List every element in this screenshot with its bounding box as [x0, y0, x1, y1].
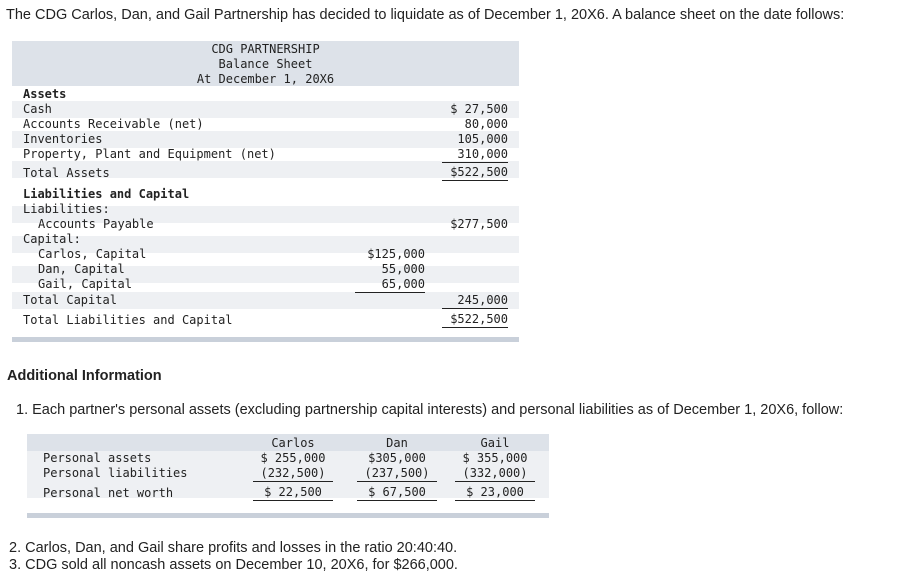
inventories-amount: 105,000	[457, 132, 508, 146]
assets-heading: Assets	[23, 87, 67, 101]
header-dan: Dan	[386, 436, 408, 450]
accounts-payable-amount: $277,500	[450, 217, 508, 231]
carlos-personal-assets: $ 255,000	[260, 451, 326, 465]
balance-sheet: CDG PARTNERSHIP Balance Sheet At Decembe…	[12, 41, 519, 344]
accounts-payable-label: Accounts Payable	[38, 217, 154, 231]
additional-information-heading: Additional Information	[7, 368, 162, 384]
gail-net-worth: $ 23,000	[455, 485, 535, 501]
cash-label: Cash	[23, 102, 52, 116]
dan-net-worth: $ 67,500	[357, 485, 437, 501]
total-capital-label: Total Capital	[23, 293, 117, 307]
liabilities-capital-heading: Liabilities and Capital	[23, 187, 190, 201]
inventories-label: Inventories	[23, 132, 103, 146]
info-item-2: 2. Carlos, Dan, and Gail share profits a…	[9, 540, 458, 556]
gail-capital-amount: 65,000	[355, 277, 425, 293]
bs-title-date: At December 1, 20X6	[196, 72, 335, 86]
personal-assets-label: Personal assets	[43, 451, 152, 465]
gail-personal-assets: $ 355,000	[462, 451, 528, 465]
ppe-amount: 310,000	[442, 147, 508, 163]
accounts-receivable-label: Accounts Receivable (net)	[23, 117, 204, 131]
bs-title-company: CDG PARTNERSHIP	[211, 42, 320, 56]
carlos-capital-label: Carlos, Capital	[38, 247, 147, 261]
total-liabilities-capital-label: Total Liabilities and Capital	[23, 313, 233, 327]
total-liabilities-capital-amount: $522,500	[442, 312, 508, 328]
total-assets-amount: $522,500	[442, 165, 508, 181]
personal-table: Carlos Dan Gail Personal assets $ 255,00…	[27, 434, 549, 520]
carlos-net-worth: $ 22,500	[253, 485, 333, 501]
personal-table-bottom-rule	[27, 513, 549, 518]
ppe-label: Property, Plant and Equipment (net)	[23, 147, 276, 161]
header-gail: Gail	[480, 436, 510, 450]
accounts-receivable-amount: 80,000	[464, 117, 508, 131]
dan-personal-liabilities: (237,500)	[357, 466, 437, 482]
dan-capital-label: Dan, Capital	[38, 262, 125, 276]
capital-heading: Capital:	[23, 232, 81, 246]
dan-capital-amount: 55,000	[381, 262, 425, 276]
balance-sheet-bottom-rule	[12, 337, 519, 342]
carlos-personal-liabilities: (232,500)	[253, 466, 333, 482]
carlos-capital-amount: $125,000	[367, 247, 425, 261]
dan-personal-assets: $305,000	[368, 451, 426, 465]
cash-amount: $ 27,500	[450, 102, 508, 116]
personal-net-worth-label: Personal net worth	[43, 486, 174, 500]
intro-text: The CDG Carlos, Dan, and Gail Partnershi…	[6, 7, 845, 23]
header-carlos: Carlos	[271, 436, 315, 450]
personal-liabilities-label: Personal liabilities	[43, 466, 188, 480]
total-capital-amount: 245,000	[442, 293, 508, 309]
info-item-1: 1. Each partner's personal assets (exclu…	[16, 402, 844, 418]
liabilities-heading: Liabilities:	[23, 202, 110, 216]
total-assets-label: Total Assets	[23, 166, 110, 180]
gail-capital-label: Gail, Capital	[38, 277, 132, 291]
info-item-3: 3. CDG sold all noncash assets on Decemb…	[9, 557, 458, 573]
bs-title-statement: Balance Sheet	[218, 57, 313, 71]
gail-personal-liabilities: (332,000)	[455, 466, 535, 482]
